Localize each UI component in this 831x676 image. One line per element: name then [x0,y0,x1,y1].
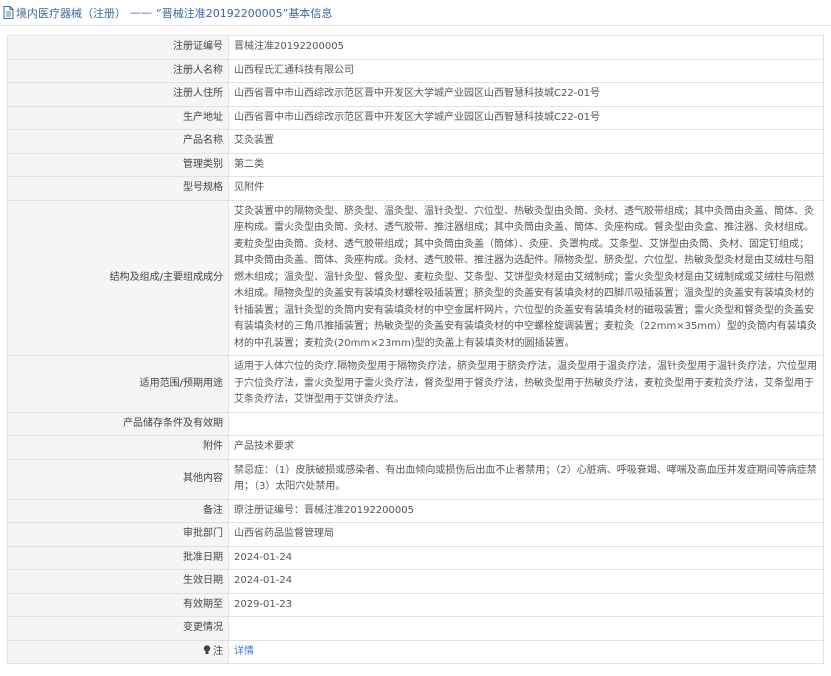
page-header: 境内医疗器械（注册） —— “晋械注准20192200005”基本信息 [0,0,831,26]
details-link[interactable]: 详情 [234,646,254,657]
row-value: 产品技术要求 [228,435,824,460]
row-label: 结构及组成/主要组成成分 [7,199,229,356]
row-label: 有效期至 [7,592,229,617]
table-row: 批准日期 2024-01-24 [7,545,824,570]
row-value: 2024-01-24 [228,569,824,594]
table-row: 注册人住所 山西省晋中市山西综改示范区晋中开发区大学城产业园区山西智慧科技城C2… [7,82,824,107]
row-value: 第二类 [228,152,824,177]
row-label: 注册人住所 [7,82,229,107]
row-value: 原注册证编号：晋械注准20192200005 [228,498,824,523]
row-value [228,616,824,641]
row-value: 禁忌症：（1）皮肤破损或感染者、有出血倾向或损伤后出血不止者禁用；（2）心脏病、… [228,458,824,500]
table-row: 产品储存条件及有效期 [7,411,824,436]
row-label: 生效日期 [7,569,229,594]
details-label: 注 [213,645,223,657]
table-row: 审批部门 山西省药品监督管理局 [7,522,824,547]
row-label: 型号规格 [7,176,229,201]
table-row: 管理类别 第二类 [7,152,824,177]
row-value: 艾灸装置中的隔物灸型、脐灸型、温灸型、温针灸型、穴位型、热敏灸型由灸筒、灸材、透… [228,199,824,356]
table-row: 变更情况 [7,616,824,641]
row-value: 见附件 [228,176,824,201]
row-label: 备注 [7,498,229,523]
table-row: 生效日期 2024-01-24 [7,569,824,594]
details-value-cell: 详情 [228,639,824,664]
row-label: 适用范围/预期用途 [7,355,229,413]
row-label: 变更情况 [7,616,229,641]
row-label: 批准日期 [7,545,229,570]
row-value: 晋械注准20192200005 [228,35,824,60]
table-row: 有效期至 2029-01-23 [7,592,824,617]
row-label: 管理类别 [7,152,229,177]
row-value: 山西省晋中市山西综改示范区晋中开发区大学城产业园区山西智慧科技城C22-01号 [228,105,824,130]
row-value [228,411,824,436]
info-table: 注册证编号 晋械注准20192200005 注册人名称 山西程氏汇通科技有限公司… [7,35,824,664]
row-label: 审批部门 [7,522,229,547]
header-title: “晋械注准20192200005”基本信息 [156,6,333,20]
document-icon [3,6,14,19]
row-label: 生产地址 [7,105,229,130]
table-row: 备注 原注册证编号：晋械注准20192200005 [7,498,824,523]
row-value: 山西省药品监督管理局 [228,522,824,547]
table-row: 其他内容 禁忌症：（1）皮肤破损或感染者、有出血倾向或损伤后出血不止者禁用；（2… [7,458,824,500]
table-row: 附件 产品技术要求 [7,435,824,460]
table-row: 注册证编号 晋械注准20192200005 [7,35,824,60]
table-row: 适用范围/预期用途 适用于人体穴位的灸疗.隔物灸型用于隔物灸疗法，脐灸型用于脐灸… [7,355,824,413]
row-value: 2029-01-23 [228,592,824,617]
lightbulb-icon [203,644,211,654]
table-row: 产品名称 艾灸装置 [7,129,824,154]
row-label: 附件 [7,435,229,460]
row-label: 其他内容 [7,458,229,500]
row-value: 2024-01-24 [228,545,824,570]
header-dash: —— [130,6,152,19]
row-value: 山西省晋中市山西综改示范区晋中开发区大学城产业园区山西智慧科技城C22-01号 [228,82,824,107]
row-value: 山西程氏汇通科技有限公司 [228,58,824,83]
table-row: 生产地址 山西省晋中市山西综改示范区晋中开发区大学城产业园区山西智慧科技城C22… [7,105,824,130]
row-label: 注册人名称 [7,58,229,83]
row-value: 适用于人体穴位的灸疗.隔物灸型用于隔物灸疗法，脐灸型用于脐灸疗法，温灸型用于温灸… [228,355,824,413]
row-label: 产品名称 [7,129,229,154]
table-row: 注册人名称 山西程氏汇通科技有限公司 [7,58,824,83]
row-label: 产品储存条件及有效期 [7,411,229,436]
row-label: 注册证编号 [7,35,229,60]
row-value: 艾灸装置 [228,129,824,154]
table-row: 结构及组成/主要组成成分 艾灸装置中的隔物灸型、脐灸型、温灸型、温针灸型、穴位型… [7,199,824,356]
details-row: 注 详情 [7,639,824,664]
details-label-cell: 注 [7,639,229,664]
table-row: 型号规格 见附件 [7,176,824,201]
header-section: 境内医疗器械（注册） [16,6,126,20]
